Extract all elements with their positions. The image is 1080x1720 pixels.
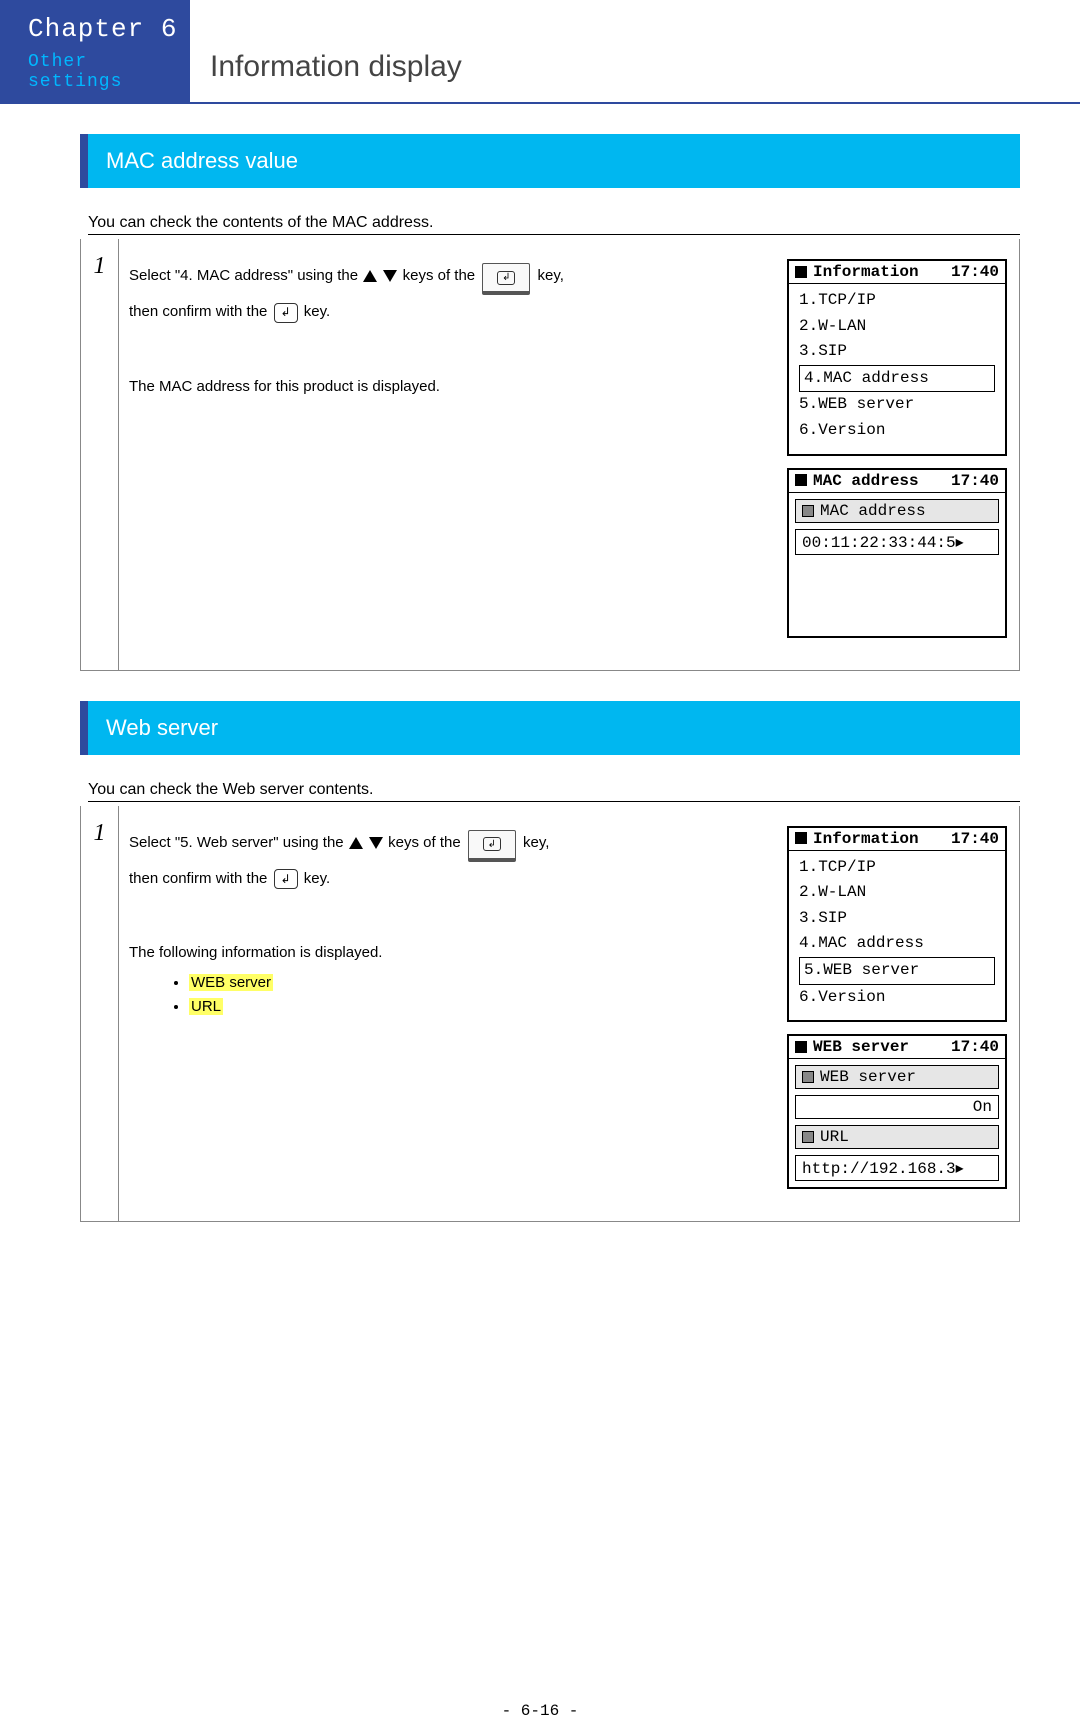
lcd-time-w2: 17:40 bbox=[951, 1038, 999, 1056]
sub-square-icon bbox=[802, 1131, 814, 1143]
sub-square-icon bbox=[802, 1071, 814, 1083]
web-text2b: key. bbox=[304, 870, 330, 887]
highlighted-text: WEB server bbox=[189, 974, 273, 991]
lcd-item: 4.MAC address bbox=[799, 365, 995, 393]
lcd-url-value: http://192.168.3▸ bbox=[795, 1155, 999, 1181]
lcd-web-server: WEB server 17:40 WEB server On URL http:… bbox=[787, 1034, 1007, 1189]
lcd-info-web: Information 17:40 1.TCP/IP2.W-LAN3.SIP4.… bbox=[787, 826, 1007, 1023]
lcd-sub-w1: WEB server bbox=[820, 1068, 916, 1086]
title-square-icon bbox=[795, 1041, 807, 1053]
nav-key-graphic: ↲ bbox=[482, 263, 530, 295]
lcd-item: 1.TCP/IP bbox=[799, 288, 995, 314]
lcd-title2: MAC address bbox=[813, 472, 919, 490]
sub-square-icon bbox=[802, 505, 814, 517]
chapter-title: Chapter 6 bbox=[28, 14, 180, 44]
web-text1b: keys of the bbox=[388, 834, 465, 851]
mac-text3: The MAC address for this product is disp… bbox=[129, 370, 787, 405]
lcd-title-w1: Information bbox=[813, 830, 919, 848]
lcd-item: 3.SIP bbox=[799, 906, 995, 932]
title-square-icon bbox=[795, 832, 807, 844]
step-text-web: Select "5. Web server" using the keys of… bbox=[129, 826, 787, 1202]
section-header-web: Web server bbox=[80, 701, 1020, 755]
web-bullet-list: WEB server URL bbox=[189, 971, 787, 1019]
section-intro-web: You can check the Web server contents. bbox=[88, 781, 1020, 802]
lcd-item: 5.WEB server bbox=[799, 957, 995, 985]
lcd-item: 6.Version bbox=[799, 985, 995, 1011]
down-arrow-icon bbox=[383, 270, 397, 282]
lcd-item: 2.W-LAN bbox=[799, 880, 995, 906]
chapter-subtitle: Other settings bbox=[28, 52, 180, 92]
mac-text1b: keys of the bbox=[403, 267, 480, 284]
enter-key-icon: ↲ bbox=[274, 869, 298, 889]
step-box-mac: 1 Select "4. MAC address" using the keys… bbox=[80, 239, 1020, 671]
lcd-item: 6.Version bbox=[799, 418, 995, 444]
up-arrow-icon bbox=[363, 270, 377, 282]
lcd-item: 5.WEB server bbox=[799, 392, 995, 418]
page-number: - 6-16 - bbox=[0, 1702, 1080, 1720]
enter-key-icon: ↲ bbox=[274, 303, 298, 323]
title-square-icon bbox=[795, 474, 807, 486]
mac-text1c: key, bbox=[538, 267, 564, 284]
highlighted-text: URL bbox=[189, 998, 223, 1015]
step-text-mac: Select "4. MAC address" using the keys o… bbox=[129, 259, 787, 650]
lcd-item: 1.TCP/IP bbox=[799, 855, 995, 881]
lcd-item: 4.MAC address bbox=[799, 931, 995, 957]
lcd-item: 3.SIP bbox=[799, 339, 995, 365]
lcd-mac-address: MAC address 17:40 MAC address 00:11:22:3… bbox=[787, 468, 1007, 638]
web-text3: The following information is displayed. bbox=[129, 936, 787, 971]
step-number: 1 bbox=[81, 239, 119, 670]
lcd-time: 17:40 bbox=[951, 263, 999, 281]
section-header-mac: MAC address value bbox=[80, 134, 1020, 188]
bullet-item: WEB server bbox=[189, 971, 787, 995]
bullet-item: URL bbox=[189, 995, 787, 1019]
page-title: Information display bbox=[190, 0, 462, 102]
nav-key-graphic: ↲ bbox=[468, 830, 516, 862]
lcd-time2: 17:40 bbox=[951, 472, 999, 490]
page-header: Chapter 6 Other settings Information dis… bbox=[0, 0, 1080, 104]
step-box-web: 1 Select "5. Web server" using the keys … bbox=[80, 806, 1020, 1223]
chapter-block: Chapter 6 Other settings bbox=[0, 0, 190, 102]
step-number-web: 1 bbox=[81, 806, 119, 1222]
lcd-item: 2.W-LAN bbox=[799, 314, 995, 340]
lcd-title: Information bbox=[813, 263, 919, 281]
lcd-info-mac: Information 17:40 1.TCP/IP2.W-LAN3.SIP4.… bbox=[787, 259, 1007, 456]
lcd-web-on: On bbox=[795, 1095, 999, 1119]
mac-text2b: key. bbox=[304, 303, 330, 320]
lcd-time-w1: 17:40 bbox=[951, 830, 999, 848]
title-square-icon bbox=[795, 266, 807, 278]
down-arrow-icon bbox=[369, 837, 383, 849]
lcd-title-w2: WEB server bbox=[813, 1038, 909, 1056]
lcd-sub-w2: URL bbox=[820, 1128, 849, 1146]
web-text1a: Select "5. Web server" using the bbox=[129, 834, 348, 851]
section-intro-mac: You can check the contents of the MAC ad… bbox=[88, 214, 1020, 235]
mac-text2a: then confirm with the bbox=[129, 303, 272, 320]
lcd-mac-value: 00:11:22:33:44:5▸ bbox=[795, 529, 999, 555]
web-text1c: key, bbox=[523, 834, 549, 851]
mac-text1a: Select "4. MAC address" using the bbox=[129, 267, 362, 284]
web-text2a: then confirm with the bbox=[129, 870, 272, 887]
lcd-sub: MAC address bbox=[820, 502, 926, 520]
up-arrow-icon bbox=[349, 837, 363, 849]
